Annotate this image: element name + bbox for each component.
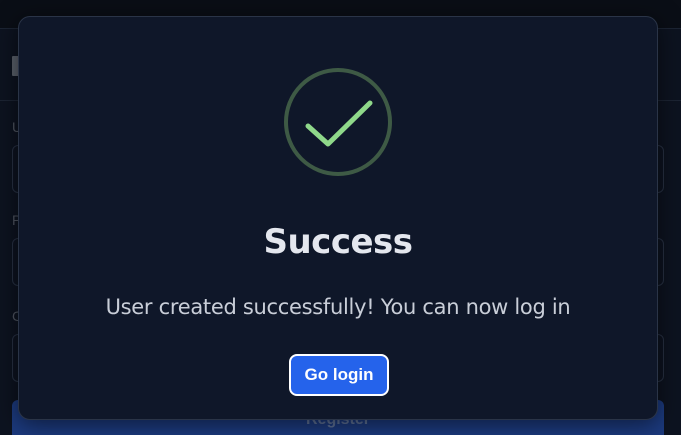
check-ring (284, 68, 392, 176)
check-mark (305, 100, 373, 147)
modal-message: User created successfully! You can now l… (105, 295, 571, 319)
page: U P C Register Success User created succ… (0, 0, 681, 435)
modal-title: Success (263, 222, 413, 262)
go-login-button[interactable]: Go login (289, 354, 389, 396)
success-modal: Success User created successfully! You c… (18, 16, 658, 420)
check-circle-svg (284, 68, 392, 176)
check-circle-icon (282, 66, 394, 178)
